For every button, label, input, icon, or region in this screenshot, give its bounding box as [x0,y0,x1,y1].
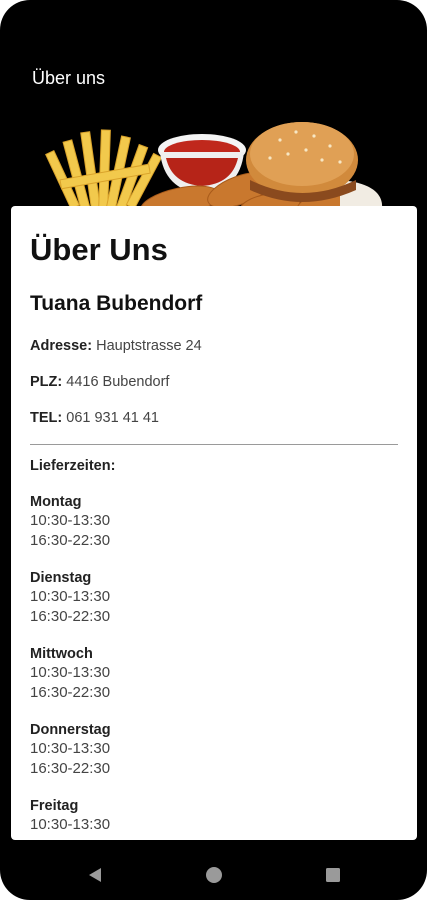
day-name: Freitag [30,798,79,814]
address-row: Adresse: Hauptstrasse 24 [30,338,398,354]
day-name: Mittwoch [30,646,93,662]
day-name: Dienstag [30,570,92,586]
time-slot: 10:30-13:30 [30,664,111,681]
food-hero-image [45,122,383,220]
plz-value: 4416 Bubendorf [66,374,170,390]
recents-icon[interactable] [324,866,342,884]
time-slot: 16:30-22:30 [30,532,111,549]
divider [30,444,398,445]
day-block-monday: Montag 10:30-13:30 16:30-22:30 [30,493,398,551]
plz-row: PLZ: 4416 Bubendorf [30,374,398,390]
page-title: Über Uns [30,232,168,267]
day-name: Donnerstag [30,722,111,738]
day-block-friday: Freitag 10:30-13:30 [30,797,398,835]
phone-screen: Über uns Über Uns Tuana Bubendorf Adress… [0,0,427,900]
time-slot: 10:30-13:30 [30,816,111,833]
time-slot: 16:30-22:30 [30,608,111,625]
day-block-wednesday: Mittwoch 10:30-13:30 16:30-22:30 [30,645,398,703]
shop-name: Tuana Bubendorf [30,292,203,315]
time-slot: 10:30-13:30 [30,512,111,529]
time-slot: 16:30-22:30 [30,684,111,701]
back-icon[interactable] [86,866,104,884]
plz-label: PLZ: [30,374,63,390]
about-card: Über Uns Tuana Bubendorf Adresse: Haupts… [11,206,417,840]
delivery-hours-heading: Lieferzeiten: [30,458,116,474]
tel-value[interactable]: 061 931 41 41 [66,410,159,426]
time-slot: 10:30-13:30 [30,588,111,605]
tel-row[interactable]: TEL: 061 931 41 41 [30,410,398,426]
address-value: Hauptstrasse 24 [96,338,202,354]
day-name: Montag [30,494,82,510]
day-block-tuesday: Dienstag 10:30-13:30 16:30-22:30 [30,569,398,627]
time-slot: 16:30-22:30 [30,760,111,777]
home-icon[interactable] [205,866,223,884]
day-block-thursday: Donnerstag 10:30-13:30 16:30-22:30 [30,721,398,779]
address-label: Adresse: [30,338,93,354]
tel-label: TEL: [30,410,63,426]
appbar-title: Über uns [32,68,106,88]
system-navigation-bar [0,848,427,900]
time-slot: 10:30-13:30 [30,740,111,757]
